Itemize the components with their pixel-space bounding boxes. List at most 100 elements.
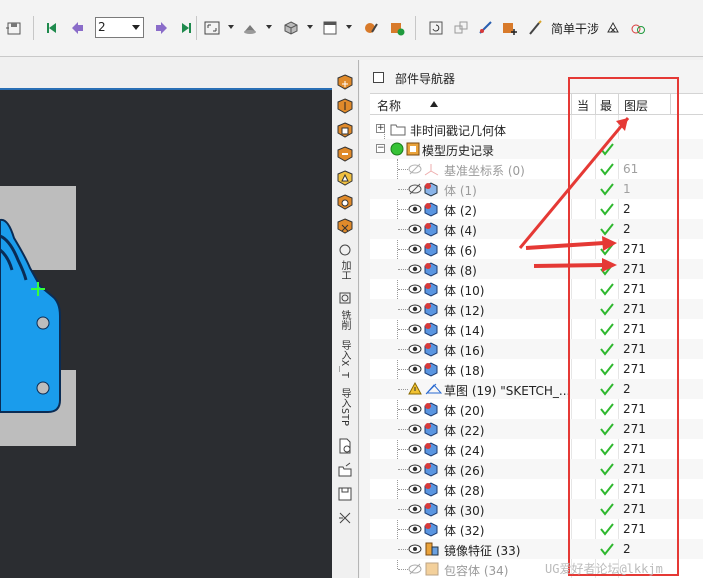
tree-row[interactable]: 体 (14) 271 (370, 319, 703, 339)
page-number-select[interactable]: 2 (95, 17, 144, 38)
constraint-navigator-icon[interactable] (335, 96, 355, 116)
tree-row[interactable]: 体 (24) 271 (370, 439, 703, 459)
tree-row[interactable]: + 非时间戳记几何体 (370, 119, 703, 139)
sketch-feature-icon[interactable] (408, 381, 444, 397)
chevron-down-icon[interactable] (228, 25, 234, 29)
tree-row[interactable]: 体 (18) 271 (370, 359, 703, 379)
column-layer[interactable]: 图层 (624, 97, 648, 114)
open-file-icon[interactable] (335, 460, 355, 480)
hd3d-tools-icon[interactable] (335, 168, 355, 188)
body-feature-icon[interactable] (408, 421, 444, 437)
column-divider[interactable] (618, 94, 619, 115)
next-page-icon[interactable] (151, 18, 171, 38)
body-feature-icon[interactable] (408, 281, 444, 297)
tree-row[interactable]: 体 (1) 1 (370, 179, 703, 199)
expand-icon[interactable]: + (376, 124, 385, 133)
history-feature-icon[interactable] (390, 141, 426, 157)
tree-row[interactable]: 体 (30) 271 (370, 499, 703, 519)
show-hide-icon[interactable] (387, 18, 407, 38)
save-file-icon[interactable] (335, 484, 355, 504)
pin-checkbox[interactable] (373, 72, 384, 83)
tree-row[interactable]: 体 (4) 2 (370, 219, 703, 239)
chevron-down-icon[interactable] (346, 25, 352, 29)
previous-page-icon[interactable] (68, 18, 88, 38)
body-feature-icon[interactable] (408, 321, 444, 337)
simple-interference-button[interactable]: 简单干涉 (551, 20, 599, 37)
history-icon[interactable] (335, 216, 355, 236)
column-divider[interactable] (670, 94, 671, 115)
checkmark-icon (599, 201, 615, 217)
tree-row[interactable]: 体 (28) 271 (370, 479, 703, 499)
reuse-library-icon[interactable] (335, 144, 355, 164)
body-feature-icon[interactable] (408, 501, 444, 517)
machining-tab[interactable]: 加工 (337, 260, 352, 280)
bbox-feature-icon[interactable] (408, 561, 444, 577)
body-feature-icon[interactable] (408, 441, 444, 457)
body-feature-icon[interactable] (408, 181, 444, 197)
import-xt-tab[interactable]: 导入X_T (337, 340, 352, 378)
column-name[interactable]: 名称 (377, 97, 401, 114)
chevron-down-icon[interactable] (307, 25, 313, 29)
tree-row[interactable]: 体 (22) 271 (370, 419, 703, 439)
process-studio-icon[interactable] (335, 240, 355, 260)
tree-row[interactable]: 体 (26) 271 (370, 459, 703, 479)
tools-icon[interactable] (335, 508, 355, 528)
column-current[interactable]: 当 (577, 97, 589, 114)
column-latest[interactable]: 最 (600, 97, 612, 114)
brush-icon[interactable] (525, 18, 545, 38)
body-feature-icon[interactable] (408, 481, 444, 497)
column-divider[interactable] (571, 94, 572, 115)
check-clearance-icon[interactable] (603, 18, 623, 38)
clearance-analysis-icon[interactable] (628, 18, 648, 38)
assembly-navigator-icon[interactable] (335, 72, 355, 92)
collapse-icon[interactable]: − (376, 144, 385, 153)
tree-row[interactable]: 体 (16) 271 (370, 339, 703, 359)
tree-row[interactable]: 基准坐标系 (0) 61 (370, 159, 703, 179)
body-feature-icon[interactable] (408, 461, 444, 477)
part-navigator-icon[interactable] (335, 120, 355, 140)
fit-view-icon[interactable] (202, 18, 222, 38)
navigator-tree[interactable]: + 非时间戳记几何体 − 模型历史记录 基准坐标系 (0) 61 体 (1) 1 体 (2) 2 体… (370, 115, 703, 578)
web-browser-icon[interactable] (335, 192, 355, 212)
tree-row[interactable]: 体 (2) 2 (370, 199, 703, 219)
body-feature-icon[interactable] (408, 241, 444, 257)
body-feature-icon[interactable] (408, 521, 444, 537)
first-page-icon[interactable] (42, 18, 62, 38)
tree-row[interactable]: 体 (8) 271 (370, 259, 703, 279)
roles-icon[interactable] (335, 288, 355, 308)
graphics-window[interactable] (0, 90, 332, 578)
import-stp-tab[interactable]: 导入STP (337, 388, 352, 426)
body-feature-icon[interactable] (408, 221, 444, 237)
tree-row[interactable]: 镜像特征 (33) 2 (370, 539, 703, 559)
panel-divider[interactable] (358, 60, 359, 578)
csys-feature-icon[interactable] (408, 161, 444, 177)
chevron-down-icon[interactable] (266, 25, 272, 29)
tree-row[interactable]: 体 (20) 271 (370, 399, 703, 419)
body-feature-icon[interactable] (408, 341, 444, 357)
background-icon[interactable] (320, 18, 340, 38)
new-file-icon[interactable] (335, 436, 355, 456)
tree-row[interactable]: 体 (6) 271 (370, 239, 703, 259)
update-icon[interactable] (426, 18, 446, 38)
body-feature-icon[interactable] (408, 201, 444, 217)
move-component-icon[interactable] (451, 18, 471, 38)
render-style-icon[interactable] (240, 18, 260, 38)
body-feature-icon[interactable] (408, 401, 444, 417)
milling-tab[interactable]: 铣削 (337, 310, 352, 330)
edit-object-display-icon[interactable] (361, 18, 381, 38)
add-component-icon[interactable] (500, 18, 520, 38)
tree-row[interactable]: 体 (10) 271 (370, 279, 703, 299)
last-page-icon[interactable] (176, 18, 196, 38)
measure-icon[interactable] (476, 18, 496, 38)
tree-row[interactable]: 体 (12) 271 (370, 299, 703, 319)
column-divider[interactable] (595, 94, 596, 115)
save-icon[interactable] (4, 18, 24, 38)
body-feature-icon[interactable] (408, 261, 444, 277)
tree-row[interactable]: 草图 (19) "SKETCH_... 2 (370, 379, 703, 399)
body-feature-icon[interactable] (408, 301, 444, 317)
mirror-feature-icon[interactable] (408, 541, 444, 557)
tree-row[interactable]: 体 (32) 271 (370, 519, 703, 539)
orient-view-icon[interactable] (281, 18, 301, 38)
tree-row[interactable]: − 模型历史记录 (370, 139, 703, 159)
body-feature-icon[interactable] (408, 361, 444, 377)
